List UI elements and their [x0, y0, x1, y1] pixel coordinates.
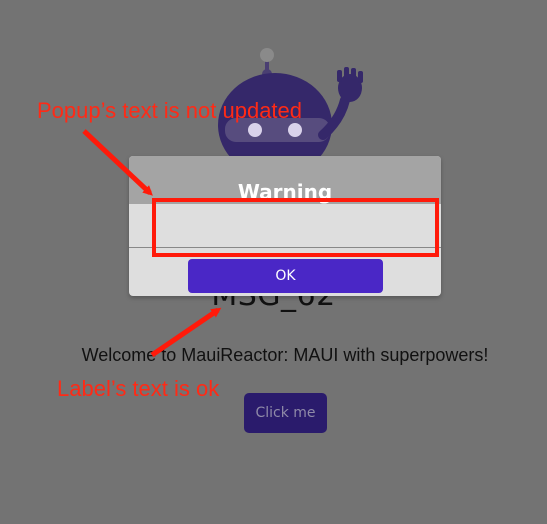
arrow-to-popup-icon: [82, 129, 153, 196]
arrow-to-label-icon: [150, 307, 222, 358]
label-annotation: Label’s text is ok: [57, 376, 220, 401]
popup-annotation: Popup’s text is not updated: [37, 98, 303, 123]
annotation-arrows: [82, 129, 222, 358]
